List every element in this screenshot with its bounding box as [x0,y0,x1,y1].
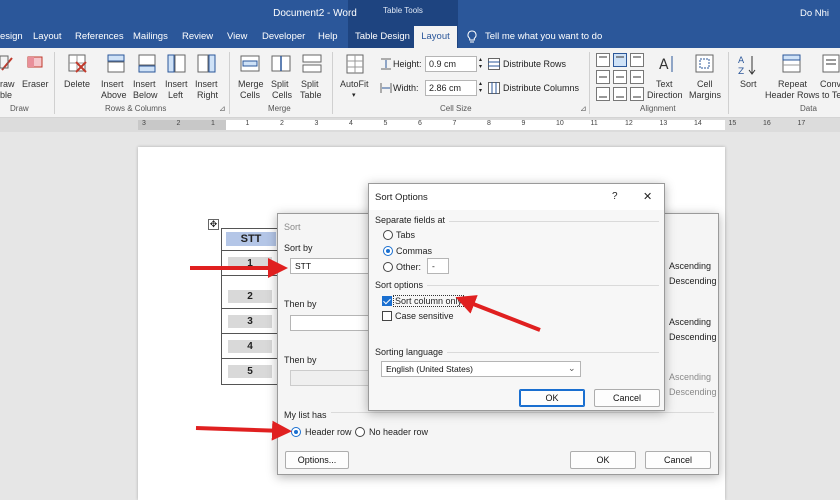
annotation-arrows [190,258,541,441]
arrow-to-header-row [195,420,292,441]
arrow-to-sort-column-only [455,295,541,332]
